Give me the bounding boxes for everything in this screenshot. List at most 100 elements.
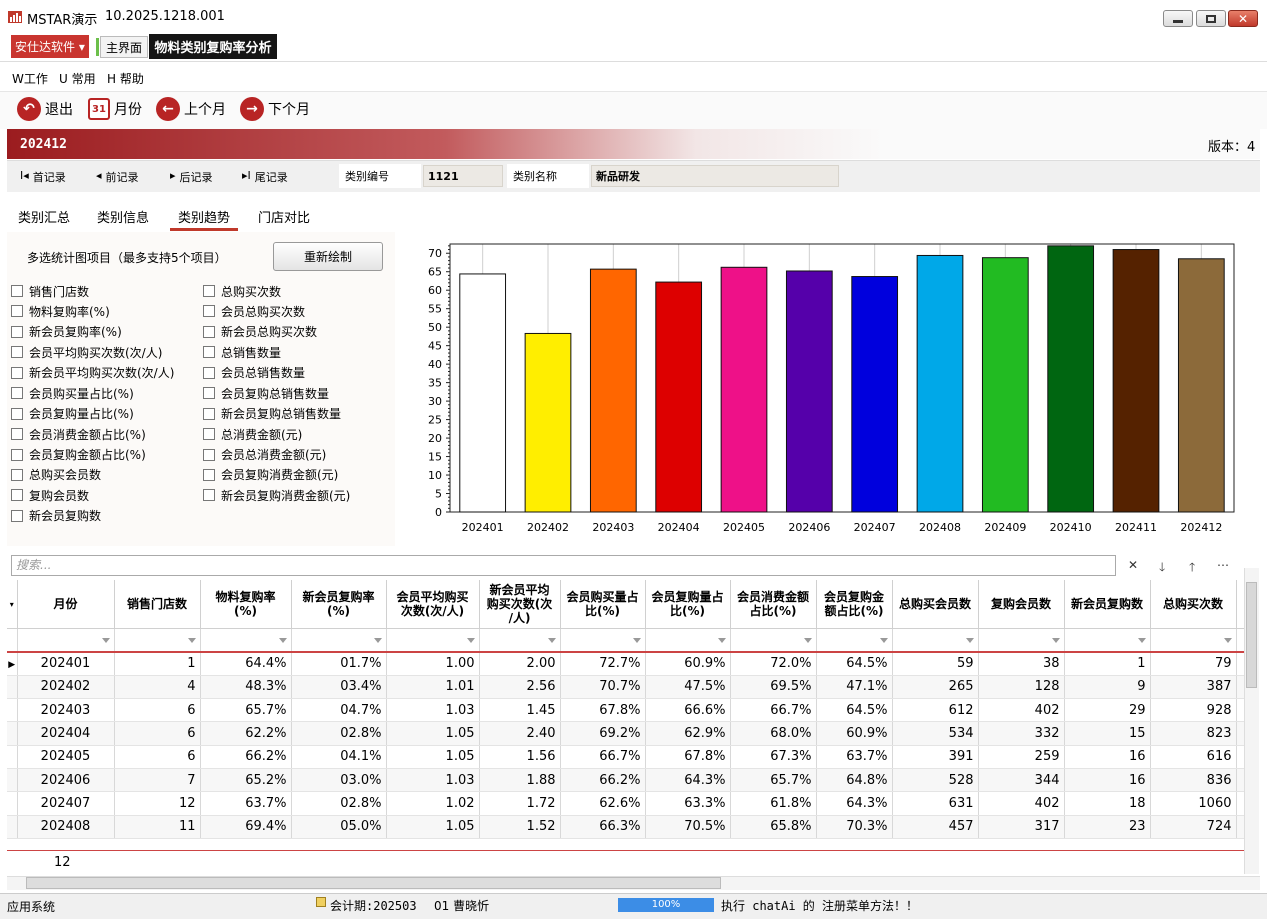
table-cell[interactable]: 332 xyxy=(978,721,1065,746)
table-cell[interactable]: 128 xyxy=(978,675,1065,700)
table-cell[interactable]: 202402 xyxy=(17,675,115,700)
checkbox-icon[interactable] xyxy=(203,387,215,400)
category-name-field[interactable]: 新品研发 xyxy=(591,165,839,187)
table-cell[interactable]: 1.00 xyxy=(386,652,480,676)
bar-202409[interactable] xyxy=(981,257,1029,513)
table-cell[interactable]: 1.45 xyxy=(479,698,561,723)
column-header[interactable]: 月份 xyxy=(17,580,115,629)
table-cell[interactable]: 67.8% xyxy=(645,745,731,769)
checkbox-icon[interactable] xyxy=(203,346,215,359)
table-cell[interactable]: 60.9% xyxy=(645,652,731,676)
filter-cell[interactable] xyxy=(479,628,561,653)
filter-dropdown-icon[interactable] xyxy=(278,638,287,644)
filter-dropdown-icon[interactable] xyxy=(187,638,196,644)
table-cell[interactable]: 03.4% xyxy=(291,675,387,700)
chart-item-option[interactable]: 复购会员数 xyxy=(11,486,174,504)
table-cell[interactable]: 7 xyxy=(114,768,201,793)
horizontal-scroll-thumb[interactable] xyxy=(26,877,721,889)
maximize-button[interactable] xyxy=(1196,10,1226,27)
table-cell[interactable]: 64.3% xyxy=(816,791,893,816)
clear-search-icon[interactable]: ✕ xyxy=(1128,558,1138,572)
table-cell[interactable]: 63.3% xyxy=(645,791,731,816)
chart-item-option[interactable]: 新会员总购买次数 xyxy=(203,323,350,341)
table-cell[interactable] xyxy=(1236,721,1244,746)
minimize-button[interactable] xyxy=(1163,10,1193,27)
table-cell[interactable] xyxy=(1236,768,1244,793)
table-cell[interactable]: 16 xyxy=(1064,745,1151,769)
bar-202411[interactable] xyxy=(1112,249,1160,513)
table-cell[interactable]: 1.05 xyxy=(386,721,480,746)
filter-cell[interactable] xyxy=(978,628,1065,653)
checkbox-icon[interactable] xyxy=(11,407,23,420)
column-header[interactable]: 会员复购金 额占比(%) xyxy=(816,580,893,629)
checkbox-icon[interactable] xyxy=(11,387,23,400)
table-cell[interactable]: 65.7% xyxy=(200,698,292,723)
checkbox-icon[interactable] xyxy=(11,346,23,359)
checkbox-icon[interactable] xyxy=(11,448,23,461)
table-cell[interactable]: 03.0% xyxy=(291,768,387,793)
table-cell[interactable]: 62.9% xyxy=(645,721,731,746)
table-cell[interactable]: 202404 xyxy=(17,721,115,746)
prev-record-button[interactable]: ◂ 前记录 xyxy=(96,169,139,185)
table-cell[interactable]: 66.2% xyxy=(560,768,646,793)
search-input[interactable]: 搜索... xyxy=(11,555,1116,576)
chart-item-option[interactable]: 总消费金额(元) xyxy=(203,425,350,443)
table-cell[interactable]: 823 xyxy=(1150,721,1237,746)
chart-item-option[interactable]: 新会员复购数 xyxy=(11,507,174,525)
table-cell[interactable] xyxy=(1236,791,1244,816)
chart-item-option[interactable]: 会员消费金额占比(%) xyxy=(11,425,174,443)
table-cell[interactable]: 2.00 xyxy=(479,652,561,676)
table-cell[interactable]: 528 xyxy=(892,768,979,793)
table-cell[interactable]: 79 xyxy=(1150,652,1237,676)
checkbox-icon[interactable] xyxy=(11,489,23,502)
last-record-button[interactable]: ▸I 尾记录 xyxy=(242,169,288,185)
bar-202404[interactable] xyxy=(655,281,703,513)
table-cell[interactable]: 05.0% xyxy=(291,815,387,839)
chart-item-option[interactable]: 总购买会员数 xyxy=(11,466,174,484)
filter-cell[interactable] xyxy=(560,628,646,653)
filter-dropdown-icon[interactable] xyxy=(1223,638,1232,644)
column-header[interactable]: 会员消费金额 占比(%) xyxy=(730,580,817,629)
table-cell[interactable]: 12 xyxy=(114,791,201,816)
table-cell[interactable]: 02.8% xyxy=(291,791,387,816)
filter-dropdown-icon[interactable] xyxy=(879,638,888,644)
table-cell[interactable]: 15 xyxy=(1064,721,1151,746)
first-record-button[interactable]: I◂ 首记录 xyxy=(20,169,66,185)
subtab-summary[interactable]: 类别汇总 xyxy=(18,207,70,226)
table-row[interactable]: 202406 7 65.2% 03.0% 1.03 1.88 66.2% 64.3% 65.7%… xyxy=(7,768,1244,793)
table-cell[interactable]: 23 xyxy=(1064,815,1151,839)
company-dropdown[interactable]: 安仕达软件 ▾ xyxy=(11,35,89,58)
checkbox-icon[interactable] xyxy=(203,468,215,481)
filter-dropdown-icon[interactable] xyxy=(1051,638,1060,644)
table-cell[interactable]: 02.8% xyxy=(291,721,387,746)
table-cell[interactable]: 1.03 xyxy=(386,698,480,723)
redraw-button[interactable]: 重新绘制 xyxy=(273,242,383,271)
filter-cell[interactable] xyxy=(730,628,817,653)
table-cell[interactable]: 69.2% xyxy=(560,721,646,746)
table-cell[interactable]: 6 xyxy=(114,721,201,746)
table-cell[interactable]: 259 xyxy=(978,745,1065,769)
chart-item-option[interactable]: 会员复购量占比(%) xyxy=(11,405,174,423)
table-cell[interactable] xyxy=(1236,652,1244,676)
month-button[interactable]: 31 月份 xyxy=(88,96,142,122)
filter-cell[interactable] xyxy=(114,628,201,653)
column-header[interactable]: 总购买次数 xyxy=(1150,580,1237,629)
table-cell[interactable]: 1 xyxy=(114,652,201,676)
checkbox-icon[interactable] xyxy=(203,366,215,379)
table-cell[interactable]: 64.5% xyxy=(816,652,893,676)
table-row[interactable]: 202404 6 62.2% 02.8% 1.05 2.40 69.2% 62.9% 68.0%… xyxy=(7,721,1244,746)
column-header[interactable]: 会员 xyxy=(1236,580,1244,629)
table-cell[interactable]: 61.8% xyxy=(730,791,817,816)
filter-dropdown-icon[interactable] xyxy=(466,638,475,644)
checkbox-icon[interactable] xyxy=(203,407,215,420)
filter-dropdown-icon[interactable] xyxy=(373,638,382,644)
checkbox-icon[interactable] xyxy=(11,285,23,297)
table-cell[interactable]: 04.7% xyxy=(291,698,387,723)
table-cell[interactable]: 62.6% xyxy=(560,791,646,816)
column-header[interactable]: 会员复购量占 比(%) xyxy=(645,580,731,629)
table-cell[interactable]: 6 xyxy=(114,745,201,769)
menu-common[interactable]: U 常用 xyxy=(59,70,96,87)
bar-202405[interactable] xyxy=(720,266,768,513)
table-cell[interactable]: 616 xyxy=(1150,745,1237,769)
table-cell[interactable]: 1 xyxy=(1064,652,1151,676)
